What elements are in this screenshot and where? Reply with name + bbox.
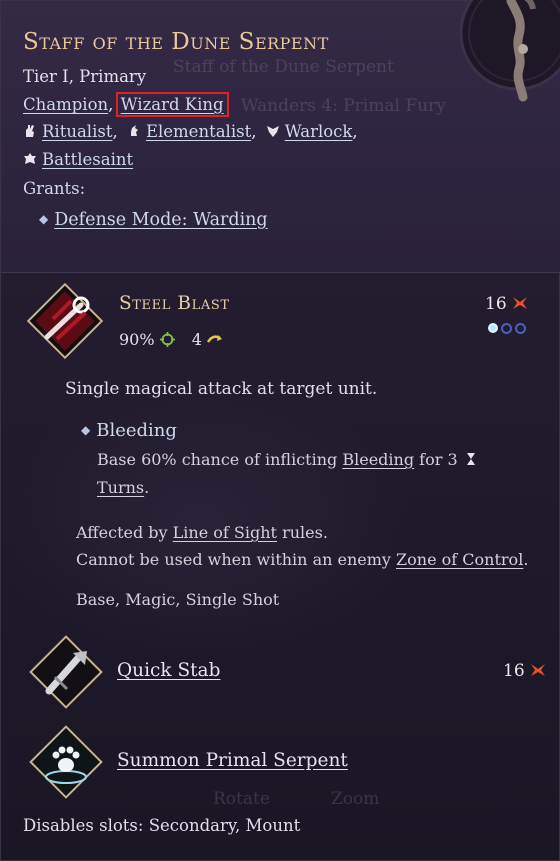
- ritualist-icon: [26, 125, 34, 137]
- charge-pip-empty: [501, 323, 512, 334]
- item-title: Staff of the Dune Serpent: [23, 29, 329, 55]
- hourglass-icon: [466, 453, 475, 465]
- charge-pip-filled: [488, 323, 498, 333]
- disables-slots-note: Disables slots: Secondary, Mount: [23, 816, 301, 835]
- affinity-link-champion[interactable]: Champion: [23, 95, 108, 114]
- charge-pip-empty: [515, 323, 526, 334]
- bleeding-effect-line-1: Base 60% chance of inflicting Bleeding f…: [97, 450, 476, 469]
- grant-row: ◆ Defense Mode: Warding: [39, 210, 268, 230]
- quick-stab-cost: 16: [503, 661, 546, 681]
- ability-name-quick-stab: Quick Stab: [117, 660, 220, 681]
- steel-blast-cost: 16: [485, 294, 528, 314]
- steel-blast-description: Single magical attack at target unit.: [65, 379, 378, 399]
- bleeding-effect-title: ◆ Bleeding: [81, 420, 177, 441]
- warlock-icon: [266, 126, 279, 137]
- steel-blast-tags: Base, Magic, Single Shot: [76, 590, 280, 609]
- bleeding-effect-line-2: Turns.: [97, 478, 150, 497]
- action-point-icon: [513, 297, 528, 309]
- affinity-row: Champion, Wizard King: [23, 92, 229, 117]
- quick-stab-link[interactable]: Quick Stab: [117, 660, 220, 681]
- elementalist-icon: [130, 125, 138, 136]
- range-value: 4: [191, 330, 202, 349]
- class-row-2: Battlesaint: [23, 150, 133, 169]
- class-link-elementalist[interactable]: Elementalist: [146, 122, 251, 141]
- zone-of-control-link[interactable]: Zone of Control: [396, 550, 523, 569]
- item-portrait-icon: [459, 0, 560, 102]
- grants-label: Grants:: [23, 179, 86, 198]
- affinity-link-wizard-king[interactable]: Wizard King: [115, 92, 229, 117]
- action-point-icon: [531, 664, 546, 676]
- accuracy-crosshair-icon: [159, 332, 175, 347]
- bleeding-link[interactable]: Bleeding: [342, 450, 414, 469]
- battlesaint-icon: [24, 153, 36, 164]
- steel-blast-icon[interactable]: [23, 279, 107, 363]
- turns-link[interactable]: Turns: [97, 478, 144, 497]
- class-link-warlock[interactable]: Warlock: [285, 122, 353, 141]
- summon-primal-serpent-link[interactable]: Summon Primal Serpent: [117, 750, 348, 771]
- ghost-rotate: Rotate: [213, 789, 270, 809]
- ghost-text-1: Staff of the Dune Serpent: [173, 57, 394, 77]
- accuracy-value: 90%: [119, 330, 155, 349]
- bullet-diamond-icon: ◆: [81, 423, 91, 437]
- class-link-ritualist[interactable]: Ritualist: [42, 122, 112, 141]
- summon-primal-serpent-icon[interactable]: [25, 721, 107, 803]
- ghost-zoom: Zoom: [331, 789, 380, 809]
- quick-stab-icon[interactable]: [25, 631, 107, 713]
- bullet-diamond-icon: ◆: [39, 212, 49, 226]
- ability-name-summon-primal-serpent: Summon Primal Serpent: [117, 750, 348, 771]
- charge-pips: [488, 323, 526, 334]
- item-tooltip-panel: Staff of the Dune Serpent Wanders 4: Pri…: [0, 0, 560, 861]
- ability-name-steel-blast: Steel Blast: [119, 293, 230, 314]
- range-arc-icon: [206, 335, 223, 343]
- zone-of-control-note: Cannot be used when within an enemy Zone…: [76, 550, 529, 569]
- ghost-text-2: Wanders 4: Primal Fury: [241, 96, 446, 116]
- line-of-sight-link[interactable]: Line of Sight: [173, 523, 277, 542]
- class-link-battlesaint[interactable]: Battlesaint: [42, 150, 133, 169]
- grant-link-defense-mode[interactable]: Defense Mode: Warding: [54, 210, 267, 230]
- line-of-sight-note: Affected by Line of Sight rules.: [76, 523, 328, 542]
- item-subtitle: Tier I, Primary: [23, 67, 147, 86]
- steel-blast-stats: 90% 4: [119, 330, 223, 349]
- class-row-1: Ritualist, Elementalist, Warlock,: [23, 122, 358, 141]
